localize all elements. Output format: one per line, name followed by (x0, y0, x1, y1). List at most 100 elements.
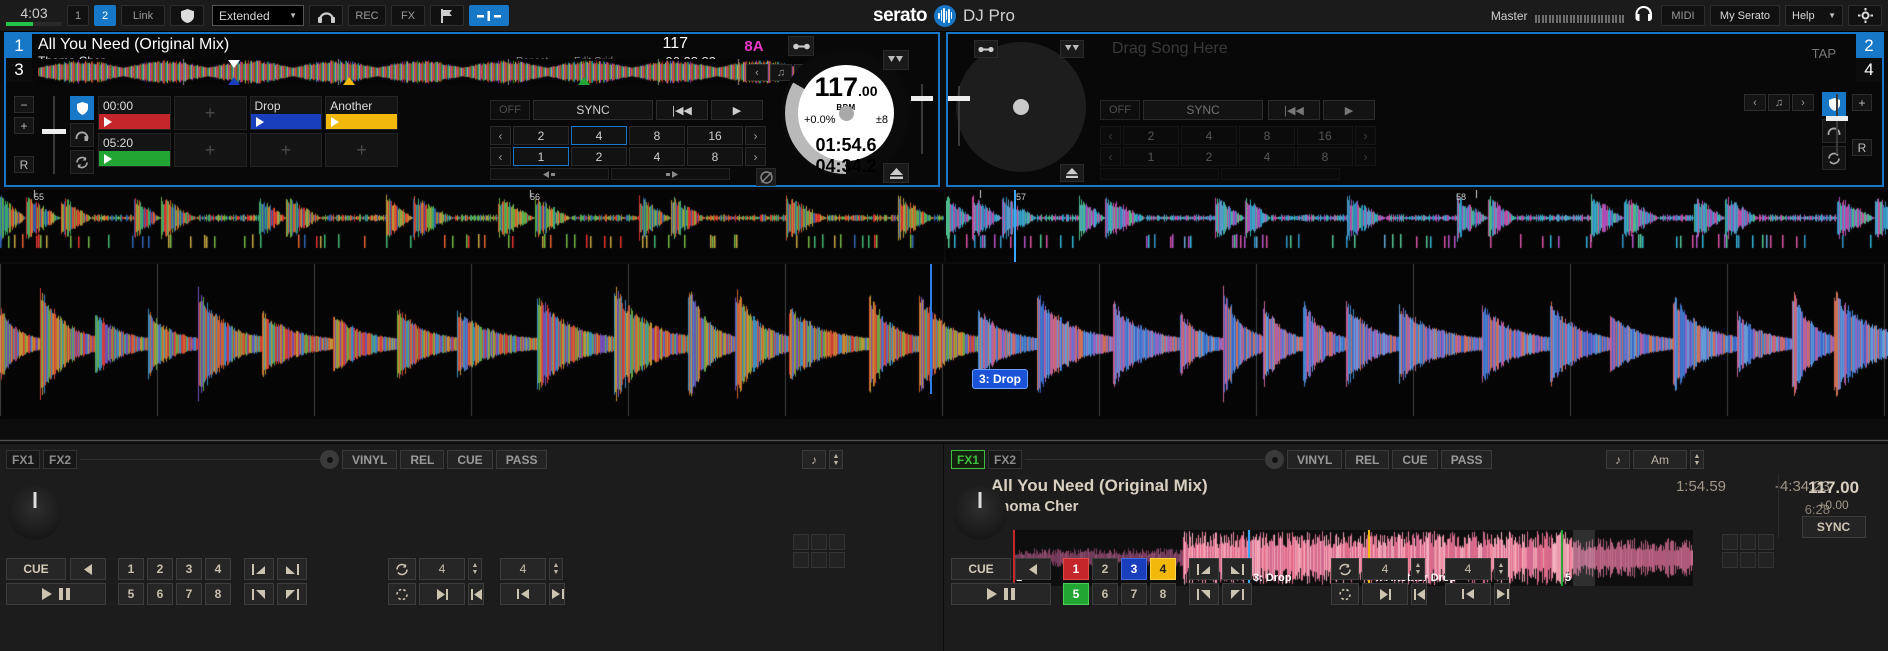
main-cue-tag[interactable]: 3: Drop (972, 369, 1028, 389)
bl-slot[interactable] (811, 552, 827, 568)
flag-icon[interactable] (430, 5, 464, 26)
bl-beat-spinner[interactable]: ▲ ▼ (549, 558, 563, 580)
deck-toggle-1[interactable]: 1 (67, 5, 89, 26)
manualloop-4[interactable]: 4 (629, 147, 685, 166)
deck-right-keylock-icon[interactable] (974, 40, 998, 58)
deck-left-volume-fader[interactable] (911, 84, 933, 154)
br-prev-arrow-icon[interactable] (1015, 558, 1051, 580)
autoloop-4[interactable]: 4 (571, 126, 627, 145)
bl-loop-length[interactable]: 4 (419, 558, 465, 580)
r-loop-shift-right[interactable] (1221, 168, 1340, 180)
br-cuepad-5[interactable]: 5 (1063, 583, 1089, 605)
deck-right-play-button[interactable]: ▶ (1323, 100, 1375, 120)
waveform-overview-left[interactable]: 55 56 (0, 190, 944, 262)
br-platter-dial[interactable] (1265, 450, 1284, 469)
bl-jog-wheel[interactable] (8, 486, 62, 540)
br-autoloop-icon[interactable] (1331, 583, 1359, 605)
help-menu[interactable]: Help ▼ (1785, 5, 1843, 26)
deck-right-volume-fader[interactable] (1826, 94, 1848, 154)
bl-cuepad-7[interactable]: 7 (176, 583, 202, 605)
hotcue-pad-7[interactable]: + (249, 133, 323, 167)
br-loop-out-icon[interactable] (1411, 583, 1427, 605)
br-censor-2-icon[interactable] (1222, 558, 1252, 580)
br-censor-4-icon[interactable] (1222, 583, 1252, 605)
link-button[interactable]: Link (121, 5, 165, 26)
deck-left-overview[interactable] (38, 59, 808, 85)
r-pitch-plus[interactable]: + (1852, 94, 1872, 111)
bl-censor-2-icon[interactable] (277, 558, 307, 580)
deck-left-off-button[interactable]: OFF (490, 100, 530, 120)
bl-censor-1-icon[interactable] (244, 558, 274, 580)
main-waveform[interactable]: 3: Drop (0, 264, 1888, 444)
deck-left-pitch-fader[interactable] (40, 96, 68, 174)
bl-slot[interactable] (811, 534, 827, 550)
br-loop-on-icon[interactable] (1331, 558, 1359, 580)
autoloop-prev[interactable]: ‹ (490, 126, 511, 145)
r-manualloop-4[interactable]: 4 (1239, 147, 1295, 166)
bl-cuepad-8[interactable]: 8 (205, 583, 231, 605)
br-fx2-button[interactable]: FX2 (988, 450, 1022, 469)
br-key-value[interactable]: Am (1633, 450, 1687, 469)
br-beat-value[interactable]: 4 (1445, 558, 1491, 580)
bl-slot[interactable] (829, 534, 845, 550)
br-pass-button[interactable]: PASS (1440, 450, 1493, 469)
waveform-overview-right[interactable]: 57 58 (946, 190, 1888, 262)
bl-cuepad-3[interactable]: 3 (176, 558, 202, 580)
r-loop-shift-left[interactable] (1100, 168, 1219, 180)
br-slot[interactable] (1758, 534, 1774, 550)
bl-vinyl-button[interactable]: VINYL (342, 450, 398, 469)
bl-cuepad-2[interactable]: 2 (147, 558, 173, 580)
reverse-button[interactable]: R (14, 156, 34, 173)
loop-shift-right[interactable] (611, 168, 730, 180)
bl-pass-button[interactable]: PASS (495, 450, 548, 469)
bl-censor-3-icon[interactable] (244, 583, 274, 605)
r-nav-prev[interactable]: ‹ (1744, 94, 1766, 111)
bl-cuepad-5[interactable]: 5 (118, 583, 144, 605)
my-serato-button[interactable]: My Serato (1710, 5, 1780, 26)
deck-left-cue-back-button[interactable]: |◀◀ (656, 100, 708, 120)
br-beat-prev-icon[interactable] (1445, 583, 1491, 605)
r-reverse-button[interactable]: R (1852, 139, 1872, 156)
deck-left-expand-icon[interactable] (883, 50, 909, 70)
bl-loop-in-icon[interactable] (419, 583, 465, 605)
br-key-spinner[interactable]: ▲ ▼ (1690, 450, 1704, 469)
r-manualloop-prev[interactable]: ‹ (1100, 147, 1121, 166)
view-mode-select[interactable]: Extended ▼ (212, 5, 304, 26)
br-cuepad-1[interactable]: 1 (1063, 558, 1089, 580)
r-manualloop-8[interactable]: 8 (1297, 147, 1353, 166)
bl-censor-4-icon[interactable] (277, 583, 307, 605)
headphone-cue-icon[interactable] (70, 123, 94, 147)
bl-key-spinner[interactable]: ▲ ▼ (829, 450, 843, 469)
deck-right-sync-button[interactable]: SYNC (1143, 100, 1263, 120)
manualloop-next[interactable]: › (745, 147, 766, 166)
pitch-plus-button[interactable]: + (14, 117, 34, 134)
r-nav-note[interactable]: ♫ (1768, 94, 1790, 111)
br-cuepad-2[interactable]: 2 (1092, 558, 1118, 580)
manualloop-prev[interactable]: ‹ (490, 147, 511, 166)
br-beat-spinner[interactable]: ▲ ▼ (1494, 558, 1508, 580)
r-nav-next[interactable]: › (1792, 94, 1814, 111)
deck-right-expand-icon[interactable] (1060, 40, 1084, 58)
br-slot[interactable] (1740, 552, 1756, 568)
br-cue-button-big[interactable]: CUE (951, 558, 1011, 580)
br-loop-length[interactable]: 4 (1362, 558, 1408, 580)
br-vinyl-button[interactable]: VINYL (1287, 450, 1343, 469)
r-autoloop-8[interactable]: 8 (1239, 126, 1295, 145)
bl-cuepad-1[interactable]: 1 (118, 558, 144, 580)
br-cuepad-4[interactable]: 4 (1150, 558, 1176, 580)
br-censor-3-icon[interactable] (1189, 583, 1219, 605)
hotcue-pad-2[interactable]: + (173, 96, 247, 130)
br-cuepad-6[interactable]: 6 (1092, 583, 1118, 605)
bl-beat-next-icon[interactable] (549, 583, 565, 605)
bl-loop-on-icon[interactable] (388, 558, 416, 580)
loop-repeat-icon[interactable] (70, 150, 94, 174)
nav-prev-button[interactable]: ‹ (746, 64, 768, 81)
headphones-icon[interactable] (1634, 5, 1653, 27)
deck-toggle-2[interactable]: 2 (94, 5, 116, 26)
deck-right-platter[interactable] (956, 42, 1086, 172)
deck-right-drag-prompt[interactable]: Drag Song Here (1112, 40, 1228, 58)
hotcue-pad-6[interactable]: + (173, 133, 247, 167)
bl-loop-out-icon[interactable] (468, 583, 484, 605)
br-slot[interactable] (1722, 552, 1738, 568)
br-loop-spinner[interactable]: ▲ ▼ (1411, 558, 1425, 580)
